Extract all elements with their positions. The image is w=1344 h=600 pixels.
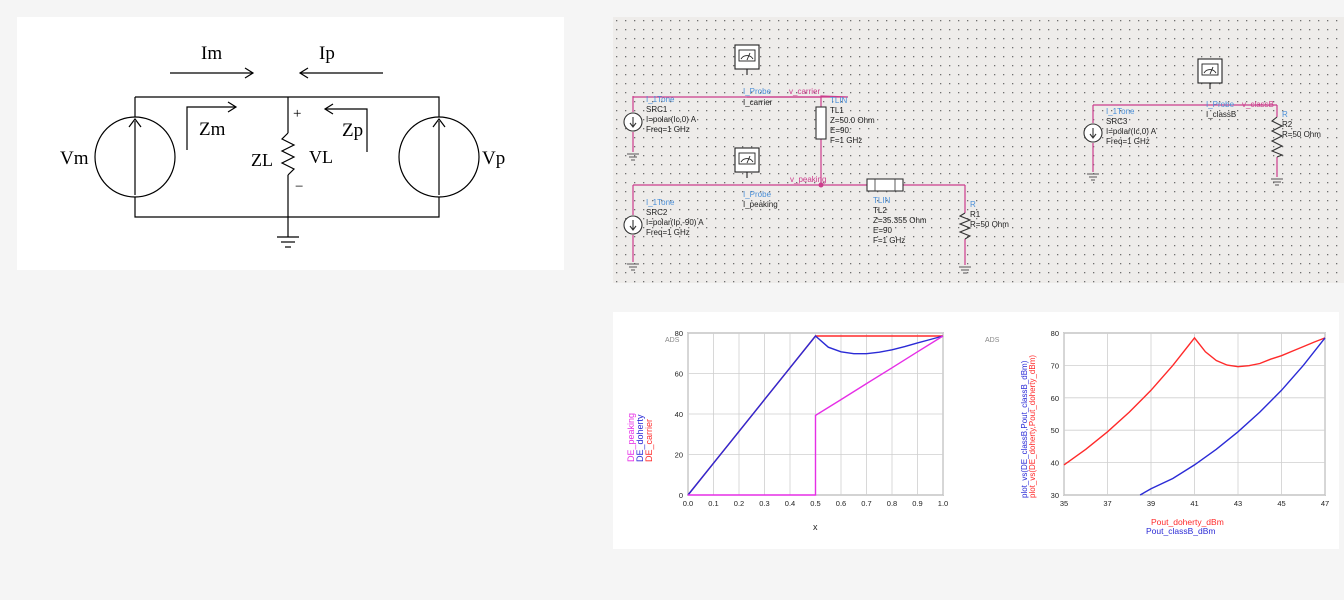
doherty-equivalent-circuit: Im Ip Zm Zp Vm Vp ZL VL + − — [17, 17, 564, 270]
chart1-ytick-label: 40 — [675, 410, 683, 419]
chart2-ytick-label: 60 — [1051, 394, 1059, 403]
label-im: Im — [201, 43, 222, 64]
src3-name: SRC3 — [1106, 117, 1128, 126]
ads-schematic: I_1Tone SRC1 I=polar(Ic,0) A Freq=1 GHz … — [613, 17, 1344, 283]
label-zp: Zp — [342, 120, 363, 141]
src3-icon — [1083, 123, 1103, 143]
chart1-xlabel: x — [813, 522, 818, 532]
chart2-ytick-label: 70 — [1051, 361, 1059, 370]
tl2-f: F=1 GHz — [873, 236, 905, 245]
chart2-xtick-label: 39 — [1147, 499, 1155, 508]
src2-type: I_1Tone — [646, 198, 675, 207]
chart1-ytick-label: 0 — [679, 491, 683, 500]
r2-name: R2 — [1282, 120, 1293, 129]
src1-icon — [623, 112, 643, 132]
chart1-ytick-label: 80 — [675, 329, 683, 338]
label-zl: ZL — [251, 150, 273, 170]
label-vm: Vm — [60, 148, 89, 169]
probe-carrier-type: I_Probe — [743, 87, 772, 96]
r2-type: R — [1282, 110, 1288, 119]
tl1-icon — [815, 106, 827, 140]
chart1-xtick-label: 0.7 — [861, 499, 871, 508]
circuit-wire-loop — [134, 96, 440, 218]
chart2-xtick-label: 45 — [1277, 499, 1285, 508]
chart1-xtick-label: 0.6 — [836, 499, 846, 508]
r1-type: R — [970, 200, 976, 209]
chart1-xtick-label: 0.5 — [810, 499, 820, 508]
chart2-xtick-label: 37 — [1103, 499, 1111, 508]
load-resistor-zl — [280, 132, 296, 176]
chart2-ylabel-doherty: plot_vs(DE_doherty,Pout_doherty_dBm) — [1028, 355, 1037, 498]
src1-type: I_1Tone — [646, 95, 675, 104]
label-zm: Zm — [199, 119, 226, 140]
probe-classb-type: I_Probe — [1206, 100, 1235, 109]
chart2-ytick-label: 50 — [1051, 426, 1059, 435]
net-v-carrier: v_carrier — [789, 87, 820, 96]
tl2-name: TL2 — [873, 206, 887, 215]
chart1-ytick-label: 20 — [675, 451, 683, 460]
src2-freq: Freq=1 GHz — [646, 228, 690, 237]
tl1-e: E=90. — [830, 126, 851, 135]
chart1-ylabel-carrier: DE_carrier — [644, 419, 654, 462]
label-vl: VL — [309, 147, 333, 167]
schematic-svg: I_1Tone SRC1 I=polar(Ic,0) A Freq=1 GHz … — [613, 17, 1344, 283]
net-v-peaking: v_peaking — [790, 175, 826, 184]
r1-name: R1 — [970, 210, 981, 219]
probe-peaking-type: I_Probe — [743, 190, 772, 199]
src3-type: I_1Tone — [1106, 107, 1135, 116]
chart2-xtick-label: 35 — [1060, 499, 1068, 508]
probe-classb-name: I_classB — [1206, 110, 1236, 119]
chart2-ytick-label: 40 — [1051, 459, 1059, 468]
chart1-xtick-label: 0.3 — [759, 499, 769, 508]
src2-icon — [623, 215, 643, 235]
chart2-corner-label: ADS — [985, 337, 1000, 344]
tl2-icon — [866, 178, 904, 192]
schematic-grid — [613, 17, 1344, 283]
src2-name: SRC2 — [646, 208, 668, 217]
chart2-ytick-label: 80 — [1051, 329, 1059, 338]
chart2-xtick-label: 41 — [1190, 499, 1198, 508]
tl2-e: E=90 — [873, 226, 892, 235]
probe-carrier-name: I_carrier — [743, 98, 773, 107]
r1-value: R=50 Ohm — [970, 220, 1009, 229]
circuit-svg: Im Ip Zm Zp Vm Vp ZL VL + − — [60, 43, 505, 248]
label-plus: + — [293, 106, 301, 122]
src3-freq: Freq=1 GHz — [1106, 137, 1150, 146]
chart1-xtick-label: 0.1 — [708, 499, 718, 508]
chart2-ytick-label: 30 — [1051, 491, 1059, 500]
ads-plots: ADS x DE_peaking DE_doherty DE_carrier A… — [613, 312, 1339, 549]
chart1-xtick-label: 0.4 — [785, 499, 795, 508]
tl1-type: TLIN — [830, 96, 848, 105]
src3-value: I=polar(Ic,0) A — [1106, 127, 1157, 136]
src1-value: I=polar(Ic,0) A — [646, 115, 697, 124]
chart1-xtick-label: 0.9 — [912, 499, 922, 508]
src1-name: SRC1 — [646, 105, 668, 114]
tl1-name: TL1 — [830, 106, 844, 115]
charts-svg: ADS x DE_peaking DE_doherty DE_carrier A… — [626, 329, 1329, 536]
chart2-xtick-label: 47 — [1321, 499, 1329, 508]
chart2-xtick-label: 43 — [1234, 499, 1242, 508]
chart1-xtick-label: 0.8 — [887, 499, 897, 508]
chart1-ytick-label: 60 — [675, 370, 683, 379]
tl1-z: Z=50.0 Ohm — [830, 116, 875, 125]
tl2-type: TLIN — [873, 196, 891, 205]
chart2-xlabel-classb: Pout_classB_dBm — [1146, 526, 1215, 536]
src2-value: I=polar(Ip,-90) A — [646, 218, 704, 227]
label-ip: Ip — [319, 43, 335, 64]
r2-value: R=50 Ohm — [1282, 130, 1321, 139]
chart1-corner-label: ADS — [665, 337, 680, 344]
label-minus: − — [295, 179, 303, 195]
chart1-xtick-label: 0.2 — [734, 499, 744, 508]
chart1-xtick-label: 1.0 — [938, 499, 948, 508]
net-v-classb: v_classB — [1242, 100, 1274, 109]
probe-peaking-name: I_peaking — [743, 200, 778, 209]
label-vp: Vp — [482, 148, 505, 169]
src1-freq: Freq=1 GHz — [646, 125, 690, 134]
chart1-xtick-label: 0.0 — [683, 499, 693, 508]
tl2-z: Z=35.355 Ohm — [873, 216, 927, 225]
tl1-f: F=1 GHz — [830, 136, 862, 145]
